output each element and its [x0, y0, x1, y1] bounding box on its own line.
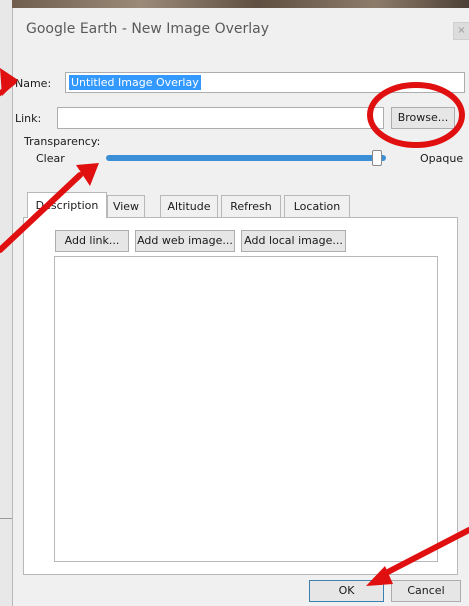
- transparency-opaque-label: Opaque: [420, 152, 464, 165]
- add-web-image-button[interactable]: Add web image...: [135, 230, 235, 252]
- transparency-label: Transparency:: [24, 135, 101, 148]
- name-input[interactable]: Untitled Image Overlay: [65, 72, 465, 93]
- link-label: Link:: [15, 112, 42, 125]
- add-local-image-button[interactable]: Add local image...: [241, 230, 346, 252]
- background-divider: [0, 518, 12, 519]
- tab-location[interactable]: Location: [284, 195, 350, 217]
- transparency-slider-track[interactable]: [106, 155, 386, 161]
- add-link-button[interactable]: Add link...: [55, 230, 129, 252]
- title-bar[interactable]: Google Earth - New Image Overlay ×: [13, 8, 469, 52]
- cancel-button[interactable]: Cancel: [391, 580, 461, 602]
- tab-altitude[interactable]: Altitude: [160, 195, 218, 217]
- ok-button[interactable]: OK: [309, 580, 384, 602]
- window-title: Google Earth - New Image Overlay: [26, 21, 270, 37]
- link-input[interactable]: [57, 107, 384, 129]
- transparency-slider-thumb[interactable]: [372, 150, 382, 166]
- transparency-clear-label: Clear: [36, 152, 65, 165]
- tab-refresh[interactable]: Refresh: [221, 195, 281, 217]
- close-button[interactable]: ×: [453, 22, 469, 40]
- background-window-edge: [0, 0, 12, 606]
- description-text-area[interactable]: [54, 256, 438, 562]
- tab-description[interactable]: Description: [27, 192, 107, 218]
- name-label: Name:: [15, 77, 52, 90]
- close-icon: ×: [457, 25, 466, 36]
- browse-button[interactable]: Browse...: [391, 107, 455, 129]
- name-input-selected-text: Untitled Image Overlay: [69, 75, 201, 90]
- tab-view[interactable]: View: [107, 195, 145, 217]
